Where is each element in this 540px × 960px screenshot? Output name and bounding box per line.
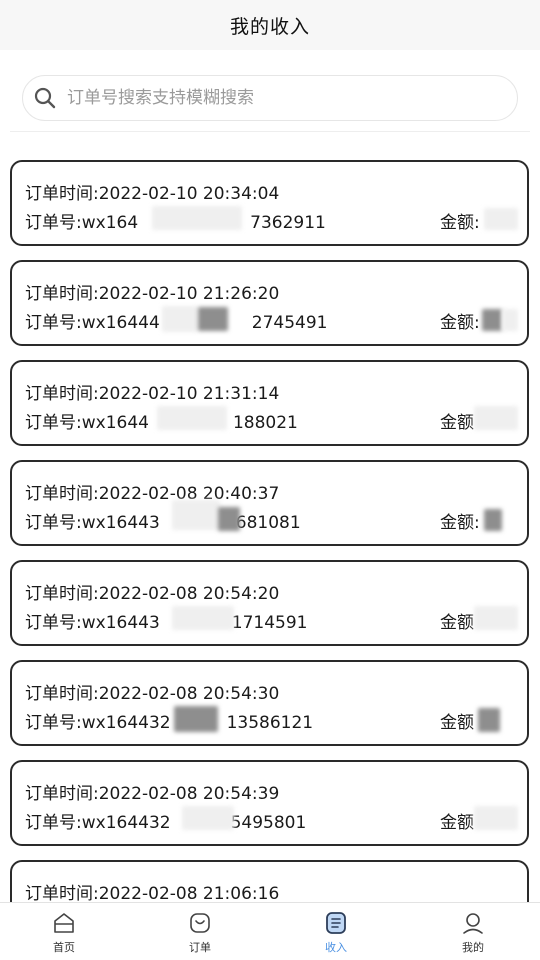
order-amount: 金额: (440, 308, 480, 333)
redaction-blur (482, 309, 502, 331)
income-icon (326, 912, 346, 934)
amount-label: 金额 (440, 713, 474, 733)
order-amount: 金额: (440, 508, 480, 533)
order-amount: 金额 (440, 608, 474, 633)
order-card[interactable]: 订单时间:2022-02-10 21:26:20 订单号:wx16444 2745… (10, 260, 529, 346)
order-number-suffix: 13586121 (226, 713, 314, 733)
order-card[interactable]: 订单时间:2022-02-10 21:31:14 订单号:wx1644 18802… (10, 360, 529, 446)
tab-label: 收入 (325, 941, 347, 954)
order-card[interactable]: 订单时间:2022-02-08 20:54:20 订单号:wx16443 1714… (10, 560, 529, 646)
divider (10, 131, 530, 132)
app-screen: 我的收入 订单时间:2022-02-10 20:34:04 订单号:wx1647… (0, 0, 540, 960)
header: 我的收入 (0, 0, 540, 50)
redaction-blur (172, 606, 234, 630)
redaction-blur (474, 806, 518, 830)
page-title: 我的收入 (229, 15, 310, 38)
order-number-prefix: 订单号:wx16444 (25, 313, 160, 333)
home-icon (54, 913, 74, 933)
search-bar[interactable] (22, 75, 518, 121)
tab-orders[interactable]: 订单 (160, 903, 240, 960)
amount-label: 金额 (440, 613, 474, 633)
tab-label: 首页 (53, 941, 75, 954)
order-card[interactable]: 订单时间:2022-02-10 20:34:04 订单号:wx164 736291… (10, 160, 529, 246)
order-amount: 金额 (440, 808, 474, 833)
amount-label: 金额 (440, 413, 474, 433)
tab-label: 订单 (189, 941, 211, 954)
amount-label: 金额: (440, 313, 480, 333)
redaction-blur (474, 406, 518, 430)
order-time: 订单时间:2022-02-08 20:54:30 (25, 684, 280, 704)
order-card[interactable]: 订单时间:2022-02-08 20:54:30 订单号:wx164432 135… (10, 660, 529, 746)
order-number-suffix: 7362911 (250, 213, 326, 233)
order-number: 订单号:wx16443 681081 (25, 508, 301, 533)
order-number: 订单号:wx16443 1714591 (25, 608, 308, 633)
order-amount: 金额 (440, 408, 474, 433)
redaction-blur (484, 208, 518, 230)
order-number: 订单号:wx164432 13586121 (25, 708, 313, 733)
order-number-prefix: 订单号:wx16443 (25, 513, 160, 533)
redaction-blur (478, 708, 500, 732)
order-card[interactable]: 订单时间:2022-02-08 20:54:39 订单号:wx164432 549… (10, 760, 529, 846)
amount-label: 金额: (440, 513, 480, 533)
amount-label: 金额: (440, 213, 480, 233)
profile-icon (463, 913, 483, 934)
redaction-blur (152, 206, 242, 230)
redaction-blur (484, 509, 502, 531)
search-icon (34, 87, 56, 109)
order-number-prefix: 订单号:wx164 (25, 213, 139, 233)
search-input[interactable] (67, 88, 487, 108)
order-time: 订单时间:2022-02-08 21:06:16 (25, 884, 280, 902)
order-list[interactable]: 订单时间:2022-02-10 20:34:04 订单号:wx164 736291… (0, 160, 540, 902)
tab-home[interactable]: 首页 (24, 903, 104, 960)
order-amount: 金额: (440, 208, 480, 233)
redaction-blur (172, 500, 220, 530)
order-card[interactable]: 订单时间:2022-02-08 20:40:37 订单号:wx16443 6810… (10, 460, 529, 546)
order-number-prefix: 订单号:wx164432 (25, 813, 171, 833)
order-time: 订单时间:2022-02-10 21:31:14 (25, 384, 280, 404)
order-number-prefix: 订单号:wx164432 (25, 713, 171, 733)
order-time: 订单时间:2022-02-10 21:26:20 (25, 284, 280, 304)
order-time: 订单时间:2022-02-08 20:54:39 (25, 784, 280, 804)
redaction-blur (474, 606, 518, 630)
order-number-suffix: 1714591 (231, 613, 308, 633)
order-number-suffix: 5495801 (230, 813, 307, 833)
redaction-blur (198, 307, 228, 331)
order-time: 订单时间:2022-02-08 20:40:37 (25, 484, 280, 504)
redaction-blur (174, 706, 218, 732)
redaction-blur (182, 806, 234, 830)
redaction-blur (218, 507, 240, 531)
order-number: 订单号:wx164432 5495801 (25, 808, 306, 833)
order-icon (190, 913, 210, 933)
order-number-prefix: 订单号:wx1644 (25, 413, 149, 433)
order-number-suffix: 188021 (232, 413, 298, 433)
order-number-prefix: 订单号:wx16443 (25, 613, 160, 633)
order-number-suffix: 681081 (235, 513, 301, 533)
order-amount: 金额 (440, 708, 474, 733)
amount-label: 金额 (440, 813, 474, 833)
redaction-blur (502, 309, 518, 331)
order-time: 订单时间:2022-02-08 20:54:20 (25, 584, 280, 604)
tab-label: 我的 (462, 941, 484, 954)
redaction-blur (157, 406, 227, 430)
order-time: 订单时间:2022-02-10 20:34:04 (25, 184, 280, 204)
order-card[interactable]: 订单时间:2022-02-08 21:06:16 (10, 860, 529, 902)
tab-profile[interactable]: 我的 (433, 903, 513, 960)
order-number-suffix: 2745491 (251, 313, 328, 333)
redaction-blur (162, 306, 198, 332)
bottom-tab-bar: 首页 订单 收入 我的 (0, 902, 540, 960)
tab-income[interactable]: 收入 (296, 903, 376, 960)
